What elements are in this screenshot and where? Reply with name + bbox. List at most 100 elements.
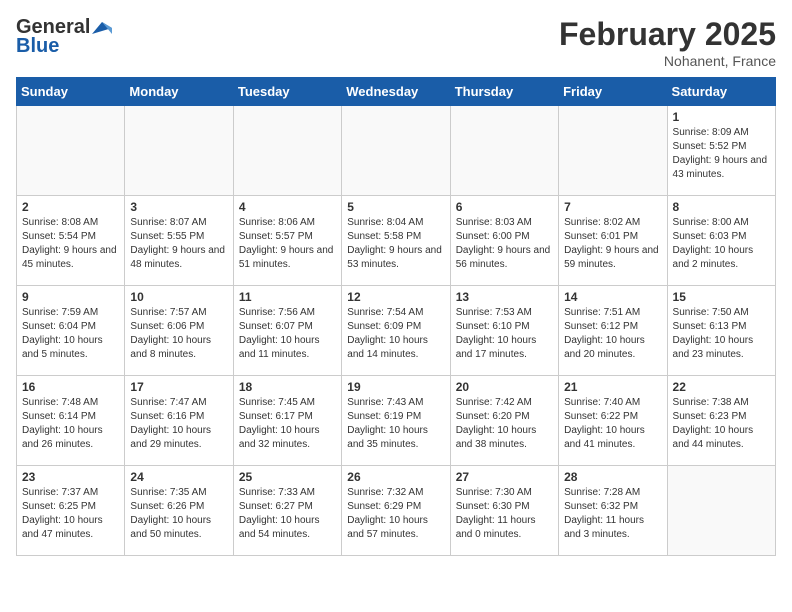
calendar-week-row: 1 Sunrise: 8:09 AM Sunset: 5:52 PM Daylig…: [17, 106, 776, 196]
day-info: Sunrise: 7:33 AM Sunset: 6:27 PM Dayligh…: [239, 486, 336, 542]
day-info: Sunrise: 8:06 AM Sunset: 5:57 PM Dayligh…: [239, 216, 336, 272]
calendar-cell: 15Sunrise: 7:50 AM Sunset: 6:13 PM Dayli…: [667, 286, 775, 376]
day-number: 26: [347, 470, 444, 484]
calendar-week-row: 9Sunrise: 7:59 AM Sunset: 6:04 PM Daylig…: [17, 286, 776, 376]
day-info: Sunrise: 7:45 AM Sunset: 6:17 PM Dayligh…: [239, 396, 336, 452]
logo-icon: [92, 20, 112, 36]
day-info: Sunrise: 7:38 AM Sunset: 6:23 PM Dayligh…: [673, 396, 770, 452]
calendar-cell: 24 Sunrise: 7:35 AM Sunset: 6:26 PM Dayli…: [125, 466, 233, 556]
calendar-cell: [342, 106, 450, 196]
day-number: 27: [456, 470, 553, 484]
day-number: 22: [673, 380, 770, 394]
title-block: February 2025 Nohanent, France: [559, 16, 776, 69]
day-number: 23: [22, 470, 119, 484]
day-number: 18: [239, 380, 336, 394]
day-info: Sunrise: 7:42 AM Sunset: 6:20 PM Dayligh…: [456, 396, 553, 452]
calendar-week-row: 23 Sunrise: 7:37 AM Sunset: 6:25 PM Dayli…: [17, 466, 776, 556]
calendar-cell: 21Sunrise: 7:40 AM Sunset: 6:22 PM Dayli…: [559, 376, 667, 466]
calendar-cell: 8 Sunrise: 8:00 AM Sunset: 6:03 PM Daylig…: [667, 196, 775, 286]
calendar-cell: 13 Sunrise: 7:53 AM Sunset: 6:10 PM Dayli…: [450, 286, 558, 376]
calendar-cell: [559, 106, 667, 196]
logo-blue: Blue: [16, 35, 59, 58]
calendar-cell: 3 Sunrise: 8:07 AM Sunset: 5:55 PM Daylig…: [125, 196, 233, 286]
day-info: Sunrise: 8:00 AM Sunset: 6:03 PM Dayligh…: [673, 216, 770, 272]
day-info: Sunrise: 8:04 AM Sunset: 5:58 PM Dayligh…: [347, 216, 444, 272]
day-info: Sunrise: 7:35 AM Sunset: 6:26 PM Dayligh…: [130, 486, 227, 542]
day-info: Sunrise: 7:32 AM Sunset: 6:29 PM Dayligh…: [347, 486, 444, 542]
day-info: Sunrise: 7:28 AM Sunset: 6:32 PM Dayligh…: [564, 486, 661, 542]
calendar-week-row: 2 Sunrise: 8:08 AM Sunset: 5:54 PM Daylig…: [17, 196, 776, 286]
calendar: SundayMondayTuesdayWednesdayThursdayFrid…: [16, 77, 776, 556]
day-number: 17: [130, 380, 227, 394]
day-info: Sunrise: 7:37 AM Sunset: 6:25 PM Dayligh…: [22, 486, 119, 542]
calendar-cell: 14 Sunrise: 7:51 AM Sunset: 6:12 PM Dayli…: [559, 286, 667, 376]
day-info: Sunrise: 7:54 AM Sunset: 6:09 PM Dayligh…: [347, 306, 444, 362]
calendar-cell: 16 Sunrise: 7:48 AM Sunset: 6:14 PM Dayli…: [17, 376, 125, 466]
calendar-cell: 17 Sunrise: 7:47 AM Sunset: 6:16 PM Dayli…: [125, 376, 233, 466]
day-info: Sunrise: 7:57 AM Sunset: 6:06 PM Dayligh…: [130, 306, 227, 362]
calendar-cell: [667, 466, 775, 556]
day-number: 13: [456, 290, 553, 304]
logo: General Blue: [16, 16, 114, 58]
calendar-cell: 4 Sunrise: 8:06 AM Sunset: 5:57 PM Daylig…: [233, 196, 341, 286]
calendar-cell: 2 Sunrise: 8:08 AM Sunset: 5:54 PM Daylig…: [17, 196, 125, 286]
day-number: 7: [564, 200, 661, 214]
calendar-cell: 27Sunrise: 7:30 AM Sunset: 6:30 PM Dayli…: [450, 466, 558, 556]
calendar-cell: 28Sunrise: 7:28 AM Sunset: 6:32 PM Dayli…: [559, 466, 667, 556]
calendar-cell: 23 Sunrise: 7:37 AM Sunset: 6:25 PM Dayli…: [17, 466, 125, 556]
day-number: 4: [239, 200, 336, 214]
day-info: Sunrise: 7:53 AM Sunset: 6:10 PM Dayligh…: [456, 306, 553, 362]
weekday-header: Wednesday: [342, 78, 450, 106]
location-title: Nohanent, France: [559, 53, 776, 69]
calendar-cell: 11Sunrise: 7:56 AM Sunset: 6:07 PM Dayli…: [233, 286, 341, 376]
calendar-cell: 7 Sunrise: 8:02 AM Sunset: 6:01 PM Daylig…: [559, 196, 667, 286]
day-number: 1: [673, 110, 770, 124]
calendar-cell: 20 Sunrise: 7:42 AM Sunset: 6:20 PM Dayli…: [450, 376, 558, 466]
page-header: General Blue February 2025 Nohanent, Fra…: [16, 16, 776, 69]
day-info: Sunrise: 8:08 AM Sunset: 5:54 PM Dayligh…: [22, 216, 119, 272]
calendar-cell: 19 Sunrise: 7:43 AM Sunset: 6:19 PM Dayli…: [342, 376, 450, 466]
calendar-week-row: 16 Sunrise: 7:48 AM Sunset: 6:14 PM Dayli…: [17, 376, 776, 466]
calendar-cell: 1 Sunrise: 8:09 AM Sunset: 5:52 PM Daylig…: [667, 106, 775, 196]
day-info: Sunrise: 8:02 AM Sunset: 6:01 PM Dayligh…: [564, 216, 661, 272]
day-info: Sunrise: 7:40 AM Sunset: 6:22 PM Dayligh…: [564, 396, 661, 452]
calendar-cell: [450, 106, 558, 196]
day-info: Sunrise: 8:07 AM Sunset: 5:55 PM Dayligh…: [130, 216, 227, 272]
day-number: 2: [22, 200, 119, 214]
calendar-cell: 12 Sunrise: 7:54 AM Sunset: 6:09 PM Dayli…: [342, 286, 450, 376]
day-info: Sunrise: 7:48 AM Sunset: 6:14 PM Dayligh…: [22, 396, 119, 452]
day-number: 9: [22, 290, 119, 304]
calendar-cell: [17, 106, 125, 196]
month-title: February 2025: [559, 16, 776, 53]
calendar-cell: 22 Sunrise: 7:38 AM Sunset: 6:23 PM Dayli…: [667, 376, 775, 466]
day-number: 11: [239, 290, 336, 304]
calendar-cell: 25 Sunrise: 7:33 AM Sunset: 6:27 PM Dayli…: [233, 466, 341, 556]
calendar-cell: 26 Sunrise: 7:32 AM Sunset: 6:29 PM Dayli…: [342, 466, 450, 556]
day-number: 3: [130, 200, 227, 214]
weekday-header: Saturday: [667, 78, 775, 106]
day-number: 25: [239, 470, 336, 484]
weekday-header: Sunday: [17, 78, 125, 106]
day-number: 19: [347, 380, 444, 394]
day-info: Sunrise: 8:09 AM Sunset: 5:52 PM Dayligh…: [673, 126, 770, 182]
calendar-cell: [233, 106, 341, 196]
day-number: 24: [130, 470, 227, 484]
day-info: Sunrise: 7:51 AM Sunset: 6:12 PM Dayligh…: [564, 306, 661, 362]
calendar-cell: [125, 106, 233, 196]
day-number: 20: [456, 380, 553, 394]
calendar-cell: 10Sunrise: 7:57 AM Sunset: 6:06 PM Dayli…: [125, 286, 233, 376]
day-info: Sunrise: 7:43 AM Sunset: 6:19 PM Dayligh…: [347, 396, 444, 452]
weekday-header: Friday: [559, 78, 667, 106]
weekday-header: Thursday: [450, 78, 558, 106]
weekday-header: Tuesday: [233, 78, 341, 106]
day-info: Sunrise: 7:47 AM Sunset: 6:16 PM Dayligh…: [130, 396, 227, 452]
calendar-cell: 5Sunrise: 8:04 AM Sunset: 5:58 PM Daylig…: [342, 196, 450, 286]
day-number: 16: [22, 380, 119, 394]
day-number: 14: [564, 290, 661, 304]
day-info: Sunrise: 8:03 AM Sunset: 6:00 PM Dayligh…: [456, 216, 553, 272]
day-number: 15: [673, 290, 770, 304]
calendar-cell: 6Sunrise: 8:03 AM Sunset: 6:00 PM Daylig…: [450, 196, 558, 286]
day-number: 12: [347, 290, 444, 304]
day-number: 8: [673, 200, 770, 214]
calendar-cell: 9Sunrise: 7:59 AM Sunset: 6:04 PM Daylig…: [17, 286, 125, 376]
